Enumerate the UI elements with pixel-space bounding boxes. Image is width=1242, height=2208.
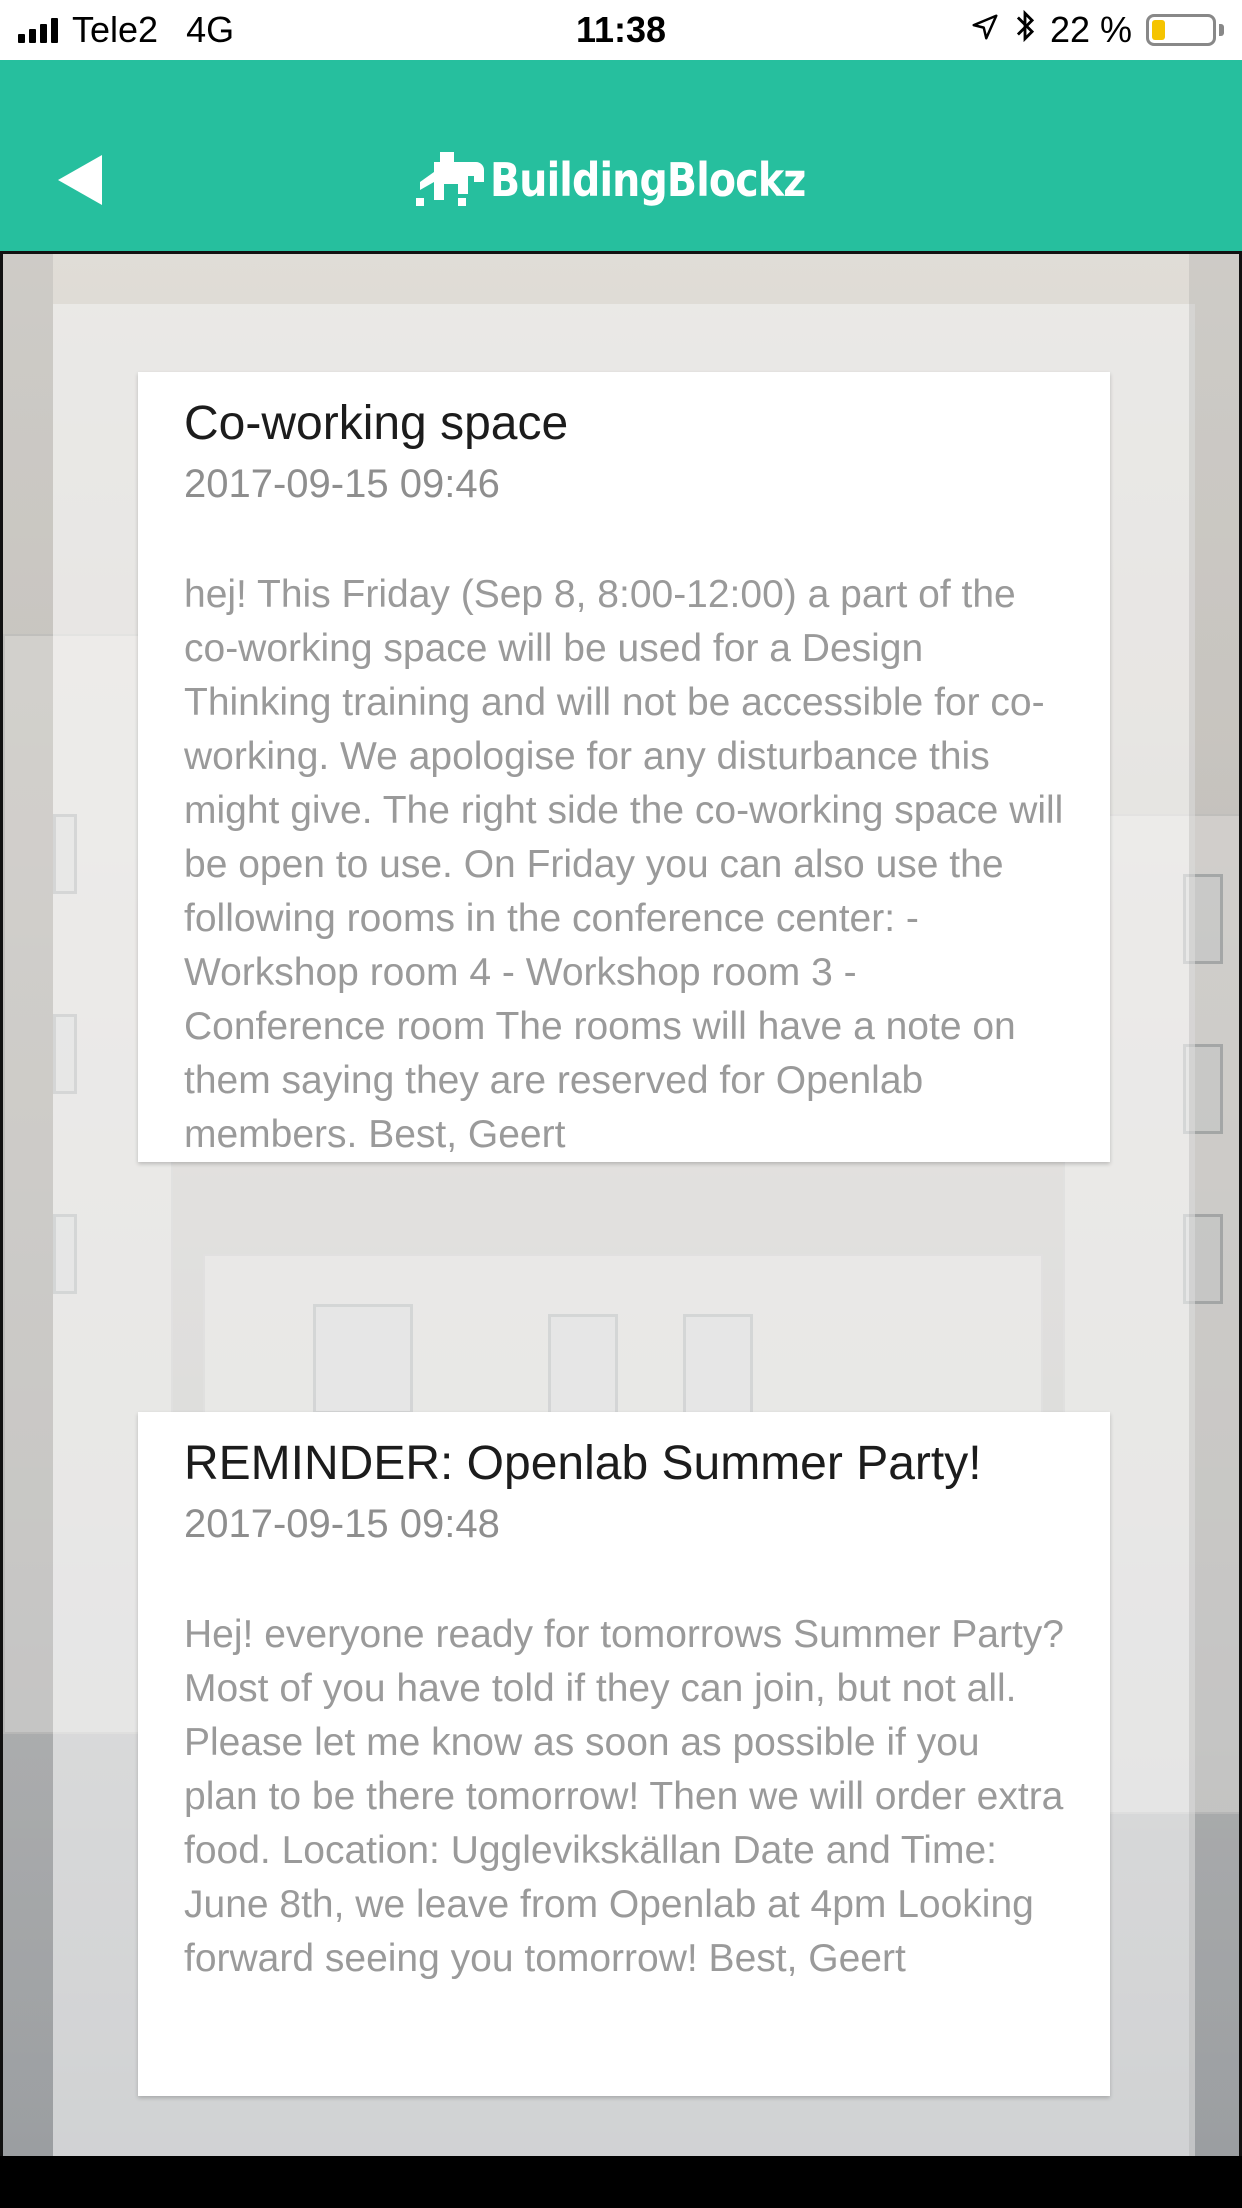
carrier-label: Tele2 (72, 9, 159, 50)
brand-logo-icon (410, 148, 486, 212)
back-button[interactable] (50, 150, 110, 210)
brand: BuildingBlockz (410, 140, 857, 220)
post-title: REMINDER: Openlab Summer Party! (184, 1437, 982, 1490)
brand-name: BuildingBlockz (490, 153, 806, 207)
post-body: Hej! everyone ready for tomorrows Summer… (184, 1613, 1064, 1980)
post-title: Co-working space (184, 397, 569, 450)
status-right: 22 % (970, 9, 1224, 52)
post-date: 2017-09-15 09:48 (184, 1502, 500, 1546)
battery-icon (1146, 14, 1224, 46)
bluetooth-icon (1014, 9, 1036, 52)
status-bar: Tele2 4G 11:38 22 % (0, 0, 1242, 60)
status-left: Tele2 4G (18, 9, 234, 51)
side-shade (3, 254, 53, 2156)
back-triangle-icon (58, 155, 102, 205)
signal-icon (18, 17, 58, 43)
feed-content[interactable]: Co-working space 2017-09-15 09:46 hej! T… (0, 254, 1242, 2156)
post-card[interactable]: REMINDER: Openlab Summer Party! 2017-09-… (138, 1412, 1110, 2096)
battery-percent: 22 % (1049, 9, 1132, 50)
app-header: BuildingBlockz (0, 60, 1242, 254)
location-arrow-icon (970, 9, 1000, 51)
post-body: hej! This Friday (Sep 8, 8:00-12:00) a p… (184, 573, 1064, 1156)
post-card[interactable]: Co-working space 2017-09-15 09:46 hej! T… (138, 372, 1110, 1162)
network-label: 4G (186, 9, 235, 50)
post-date: 2017-09-15 09:46 (184, 462, 500, 506)
bottom-bar (0, 2156, 1242, 2208)
side-shade (1189, 254, 1239, 2156)
